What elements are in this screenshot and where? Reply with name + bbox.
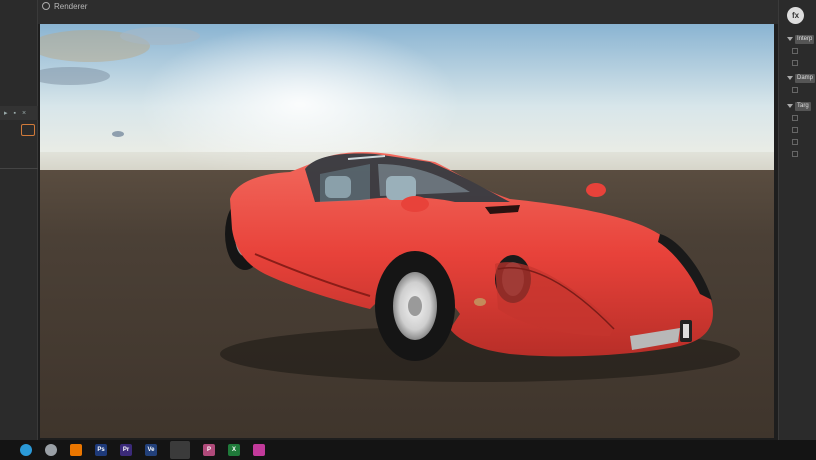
fx-button[interactable]: fx	[787, 7, 804, 24]
section-targ[interactable]: Targ	[787, 101, 816, 111]
section-interp[interactable]: Interp	[787, 34, 816, 44]
chevron-down-icon[interactable]	[787, 37, 793, 41]
premiere-icon[interactable]: Pr	[120, 444, 132, 456]
chevron-down-icon[interactable]	[787, 104, 793, 108]
rendered-scene	[40, 24, 774, 438]
excel-icon[interactable]: X	[228, 444, 240, 456]
checkbox[interactable]	[792, 151, 798, 157]
window-title: Renderer	[54, 1, 88, 11]
checkbox[interactable]	[792, 87, 798, 93]
close-icon[interactable]: ×	[22, 110, 26, 117]
photoshop-icon[interactable]: Ps	[95, 444, 107, 456]
checkbox[interactable]	[792, 115, 798, 121]
divider	[0, 168, 38, 169]
blender-icon[interactable]	[70, 444, 82, 456]
taskbar: Ps Pr Ve P X	[0, 440, 816, 460]
left-panel: ▸ ▪ ×	[0, 0, 38, 440]
layer-thumbnail-icon[interactable]	[21, 124, 35, 136]
pin-icon[interactable]: ▪	[14, 110, 16, 117]
section-label: Interp	[795, 34, 815, 44]
render-viewport[interactable]	[40, 24, 774, 438]
section-damp[interactable]: Damp	[787, 73, 816, 83]
window-title-bar[interactable]: Renderer	[38, 0, 87, 12]
expand-icon[interactable]: ▸	[4, 109, 8, 117]
chevron-down-icon[interactable]	[787, 76, 793, 80]
checkbox[interactable]	[792, 139, 798, 145]
section-label: Targ	[795, 101, 811, 111]
gear-icon[interactable]	[42, 2, 50, 10]
renderer-icon[interactable]	[170, 441, 190, 459]
section-label: Damp	[795, 73, 816, 83]
checkbox[interactable]	[792, 127, 798, 133]
window-chrome	[38, 0, 778, 24]
edge-icon[interactable]	[20, 444, 32, 456]
p-app-icon[interactable]: P	[203, 444, 215, 456]
effects-panel: fx Interp Damp Targ	[778, 0, 816, 440]
vegas-icon[interactable]: Ve	[145, 444, 157, 456]
file-icon[interactable]	[253, 444, 265, 456]
chrome-icon[interactable]	[45, 444, 57, 456]
left-panel-toolbar[interactable]: ▸ ▪ ×	[0, 106, 38, 120]
checkbox[interactable]	[792, 60, 798, 66]
checkbox[interactable]	[792, 48, 798, 54]
